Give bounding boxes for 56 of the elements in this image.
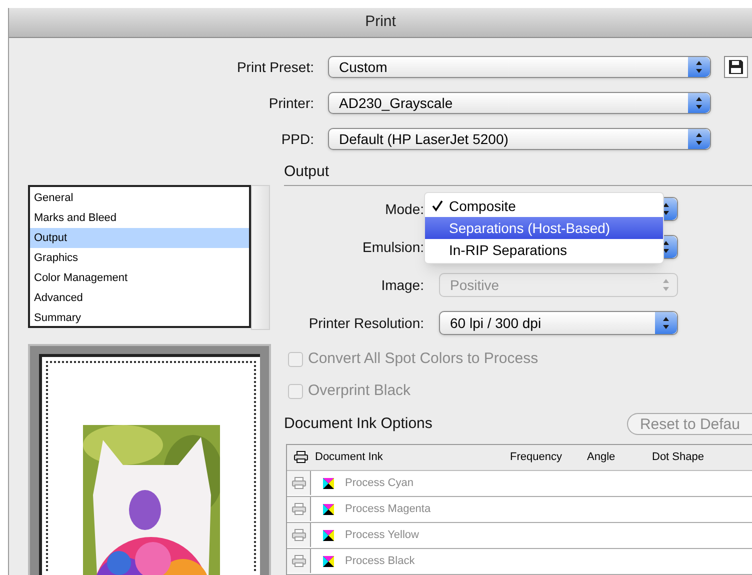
- checkbox-label: Overprint Black: [308, 380, 411, 401]
- menu-item[interactable]: Separations (Host-Based): [425, 217, 663, 239]
- field-label: Printer Resolution:: [308, 314, 424, 332]
- column-header: Document Ink: [315, 450, 384, 465]
- column-header: Dot Shape: [652, 450, 705, 465]
- field-label: Image:: [380, 276, 424, 295]
- printer-icon: [292, 555, 306, 567]
- checkbox-label: Convert All Spot Colors to Process: [308, 348, 538, 369]
- stepper-icon: [695, 96, 703, 110]
- field-label: Print Preset:: [236, 58, 314, 76]
- dropdown[interactable]: 60 lpi / 300 dpi: [439, 311, 678, 335]
- printer-icon: [292, 477, 306, 489]
- print-toggle[interactable]: [287, 497, 311, 521]
- printer-icon: [292, 529, 306, 541]
- sidebar-item[interactable]: Graphics: [30, 248, 249, 268]
- save-button[interactable]: [724, 56, 748, 78]
- table-cell-text: Process Magenta: [345, 502, 431, 517]
- menu-item[interactable]: In-RIP Separations: [425, 239, 663, 261]
- sidebar-item[interactable]: Advanced: [30, 288, 249, 308]
- section-title: Output: [284, 162, 330, 182]
- column-header: Angle: [587, 450, 616, 465]
- stepper-icon: [662, 240, 670, 254]
- field-label: Mode:: [384, 200, 424, 218]
- stepper-icon: [695, 60, 703, 74]
- dropdown[interactable]: Custom: [328, 56, 711, 78]
- table-cell-text: Process Yellow: [345, 528, 419, 543]
- stepper-icon: [662, 278, 670, 292]
- menu-item[interactable]: Composite: [425, 195, 663, 217]
- stepper-icon: [662, 316, 670, 330]
- ink-swatch-icon: [323, 504, 334, 514]
- field-label: Emulsion:: [362, 238, 424, 256]
- sidebar-item[interactable]: General: [30, 188, 249, 208]
- stepper-icon: [695, 132, 703, 146]
- sidebar-item[interactable]: Marks and Bleed: [30, 208, 249, 228]
- ink-swatch-icon: [323, 530, 334, 540]
- sidebar-item[interactable]: Summary: [30, 308, 249, 328]
- table-cell-text: Process Black: [345, 554, 415, 569]
- ink-swatch-icon: [323, 478, 334, 488]
- check-icon: [432, 200, 442, 212]
- print-toggle[interactable]: [287, 523, 311, 547]
- dropdown[interactable]: Default (HP LaserJet 5200): [328, 128, 711, 150]
- ink-swatch-icon: [323, 556, 334, 566]
- dropdown[interactable]: AD230_Grayscale: [328, 92, 711, 114]
- sidebar-item[interactable]: Output: [30, 228, 249, 248]
- printer-icon: [294, 451, 308, 463]
- window-title: Print: [365, 12, 396, 32]
- field-label: Printer:: [268, 94, 314, 112]
- sidebar-item[interactable]: Color Management: [30, 268, 249, 288]
- field-label: PPD:: [280, 130, 314, 148]
- table-cell-text: Process Cyan: [345, 476, 414, 491]
- print-toggle[interactable]: [287, 471, 311, 495]
- printer-icon: [292, 503, 306, 515]
- column-header: Frequency: [510, 450, 563, 465]
- print-toggle[interactable]: [287, 549, 311, 573]
- stepper-icon: [662, 202, 670, 216]
- section-title: Document Ink Options: [284, 414, 432, 434]
